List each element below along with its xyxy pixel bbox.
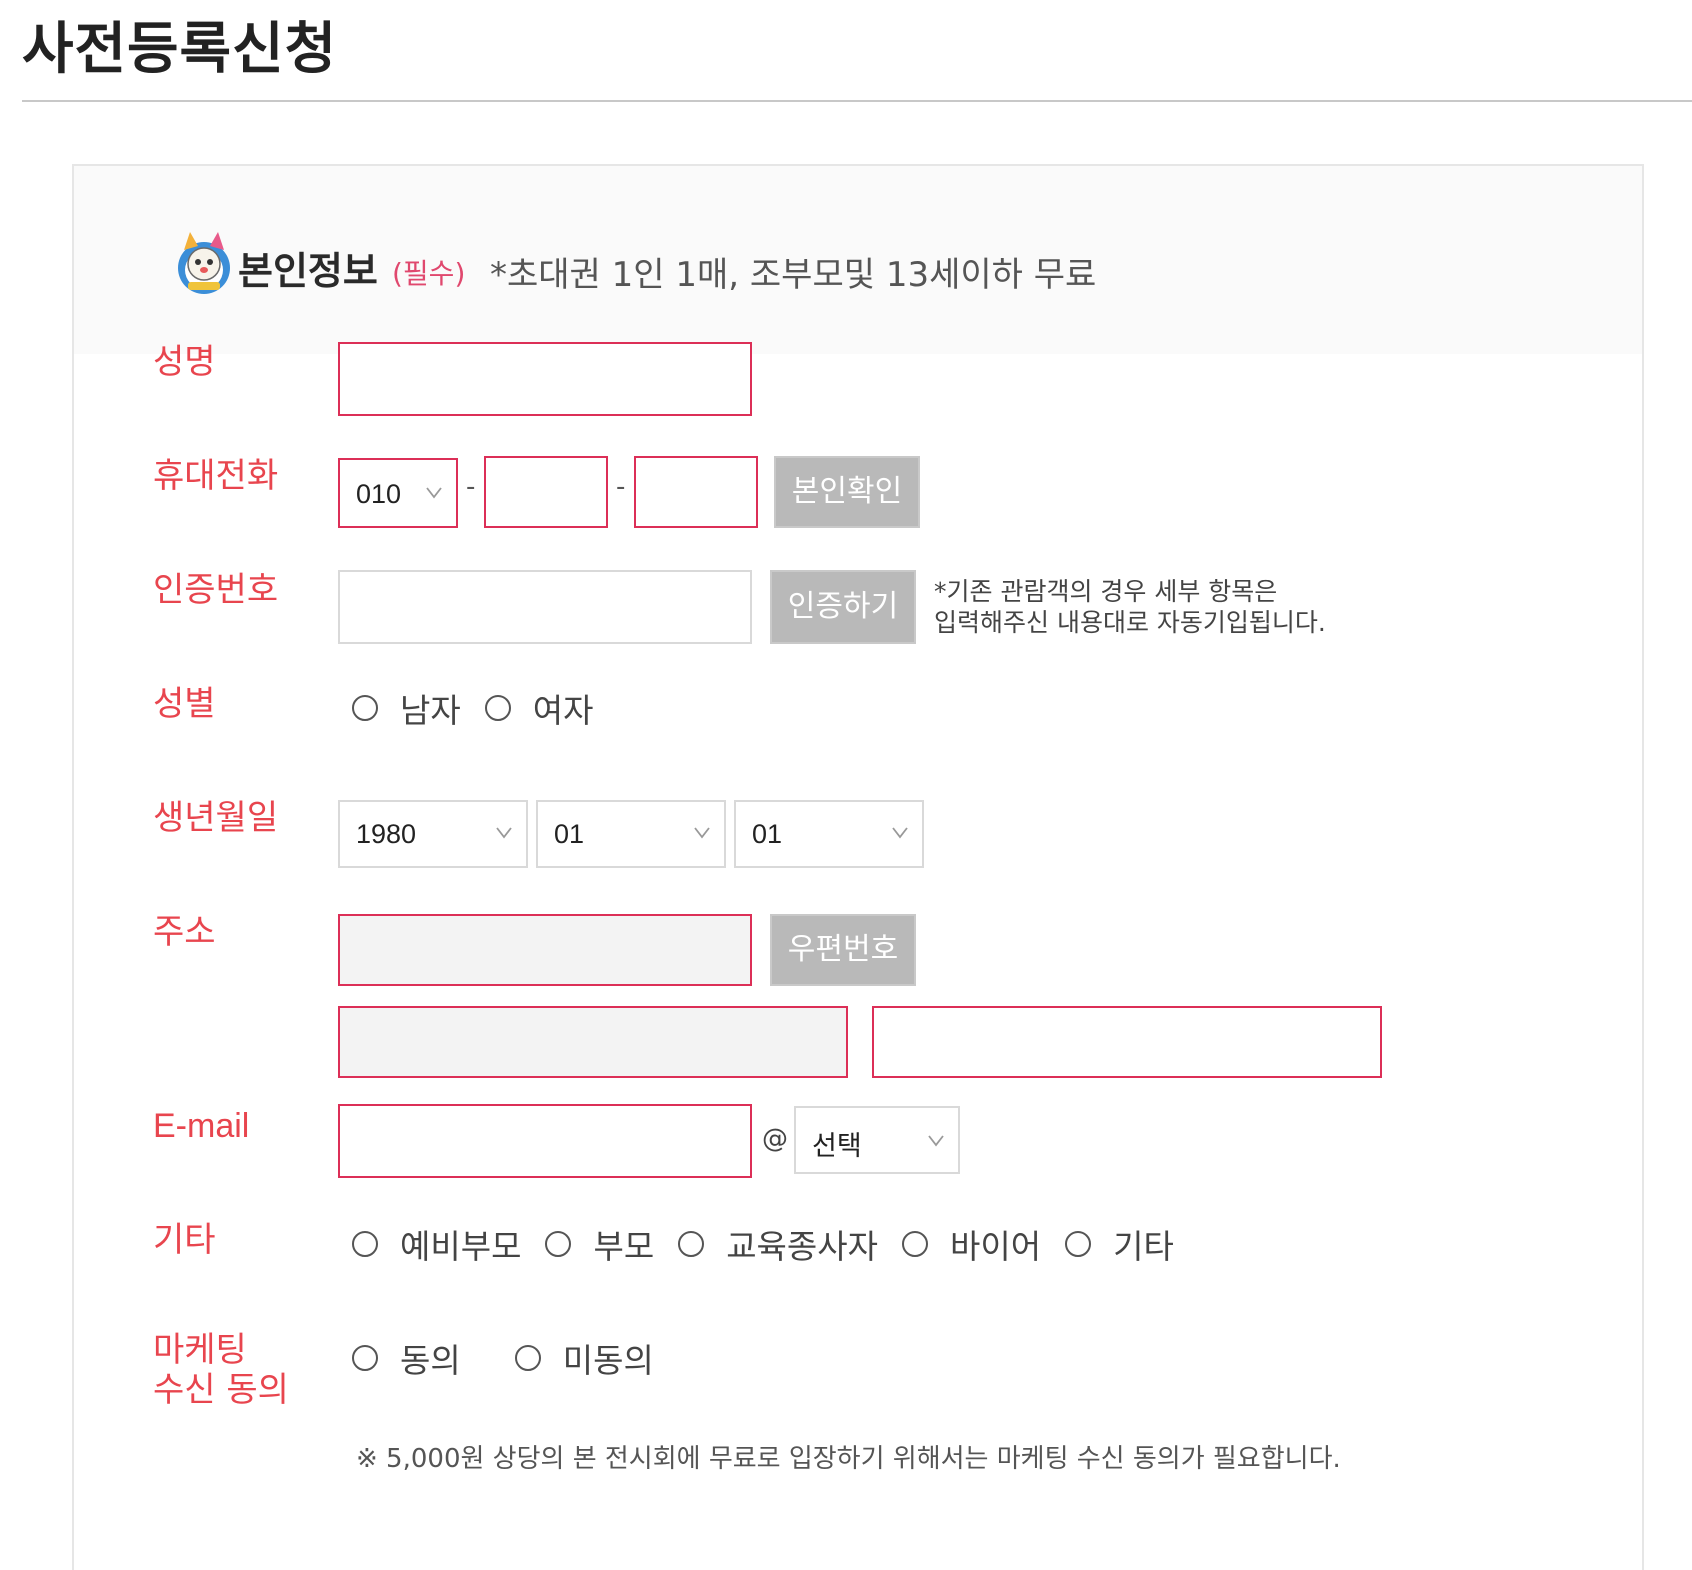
email-id-field[interactable]	[338, 1104, 752, 1178]
radio-icon[interactable]	[352, 1345, 378, 1371]
marketing-note: ※ 5,000원 상당의 본 전시회에 무료로 입장하기 위해서는 마케팅 수신…	[356, 1444, 1341, 1474]
birth-year-value: 1980	[356, 819, 417, 849]
auth-code-input[interactable]	[340, 572, 750, 642]
birth-month-select[interactable]: 01	[536, 800, 726, 868]
chevron-down-icon	[496, 827, 512, 839]
radio-label: 남자	[400, 691, 461, 730]
address-main-field[interactable]	[338, 1006, 848, 1078]
gender-radio-group: 남자 여자	[352, 684, 593, 732]
required-tag: (필수)	[392, 257, 466, 290]
section-title: 본인정보	[238, 249, 378, 293]
zipcode-field[interactable]	[338, 914, 752, 986]
name-label: 성명	[153, 342, 216, 382]
birth-day-select[interactable]: 01	[734, 800, 924, 868]
gender-option-male[interactable]: 남자	[352, 684, 461, 732]
radio-label: 여자	[532, 691, 594, 730]
phone-separator: -	[466, 472, 476, 502]
marketing-label-line: 수신 동의	[153, 1370, 289, 1410]
radio-icon[interactable]	[902, 1231, 928, 1257]
phone-last-field[interactable]	[634, 456, 758, 528]
address-detail-input[interactable]	[874, 1008, 1380, 1076]
radio-label: 기타	[1113, 1227, 1174, 1266]
section-note: *초대권 1인 1매, 조부모및 13세이하 무료	[490, 255, 1097, 295]
other-label: 기타	[153, 1220, 216, 1260]
marketing-option-agree[interactable]: 동의	[352, 1334, 461, 1382]
birth-day-value: 01	[752, 819, 783, 849]
radio-icon[interactable]	[352, 1231, 378, 1257]
gender-option-female[interactable]: 여자	[484, 684, 594, 732]
address-main-input[interactable]	[340, 1008, 846, 1076]
email-label: E-mail	[153, 1107, 250, 1145]
chevron-down-icon	[928, 1135, 944, 1147]
radio-icon[interactable]	[545, 1231, 572, 1257]
phone-label: 휴대전화	[153, 456, 279, 496]
radio-icon[interactable]	[1065, 1231, 1092, 1257]
auth-note: *기존 관람객의 경우 세부 항목은 입력해주신 내용대로 자동기입됩니다.	[934, 576, 1326, 638]
other-option-etc[interactable]: 기타	[1065, 1220, 1174, 1268]
email-domain-value: 선택	[812, 1131, 862, 1161]
phone-separator: -	[616, 472, 626, 502]
zipcode-input[interactable]	[340, 916, 750, 984]
radio-label: 교육종사자	[726, 1227, 878, 1266]
other-option-parent[interactable]: 부모	[545, 1220, 654, 1268]
title-divider	[22, 100, 1692, 102]
radio-label: 동의	[400, 1341, 461, 1380]
other-radio-group: 예비부모 부모 교육종사자 바이어 기타	[352, 1220, 1174, 1268]
radio-icon[interactable]	[352, 695, 378, 721]
chevron-down-icon	[892, 827, 908, 839]
radio-icon[interactable]	[678, 1231, 705, 1257]
birth-label: 생년월일	[153, 798, 279, 838]
email-id-input[interactable]	[340, 1106, 750, 1176]
other-option-educator[interactable]: 교육종사자	[678, 1220, 878, 1268]
mascot-icon	[178, 232, 230, 294]
marketing-label-line: 마케팅	[153, 1330, 247, 1370]
chevron-down-icon	[426, 487, 442, 499]
radio-icon[interactable]	[514, 1345, 541, 1371]
email-domain-select[interactable]: 선택	[794, 1106, 960, 1174]
radio-label: 미동의	[562, 1341, 654, 1380]
address-detail-field[interactable]	[872, 1006, 1382, 1078]
marketing-option-disagree[interactable]: 미동의	[514, 1334, 654, 1382]
radio-label: 부모	[593, 1227, 655, 1266]
name-field[interactable]	[338, 342, 752, 416]
verify-identity-button[interactable]: 본인확인	[774, 456, 920, 528]
chevron-down-icon	[694, 827, 710, 839]
radio-icon[interactable]	[484, 695, 511, 721]
address-label: 주소	[153, 912, 216, 952]
auth-label: 인증번호	[153, 570, 279, 610]
radio-label: 바이어	[950, 1227, 1042, 1266]
birth-year-select[interactable]: 1980	[338, 800, 528, 868]
authenticate-button[interactable]: 인증하기	[770, 570, 916, 644]
email-at-sign: @	[762, 1124, 788, 1154]
zipcode-search-button[interactable]: 우편번호	[770, 914, 916, 986]
marketing-label: 마케팅 수신 동의	[153, 1330, 289, 1410]
other-option-buyer[interactable]: 바이어	[902, 1220, 1041, 1268]
birth-month-value: 01	[554, 819, 585, 849]
auth-code-field[interactable]	[338, 570, 752, 644]
auth-note-line: 입력해주신 내용대로 자동기입됩니다.	[934, 608, 1326, 637]
phone-prefix-select[interactable]: 010	[338, 458, 458, 528]
phone-middle-field[interactable]	[484, 456, 608, 528]
gender-label: 성별	[153, 684, 216, 724]
page-title: 사전등록신청	[22, 17, 338, 82]
auth-note-line: *기존 관람객의 경우 세부 항목은	[934, 577, 1278, 606]
name-input[interactable]	[340, 344, 750, 414]
radio-label: 예비부모	[400, 1227, 522, 1266]
phone-middle-input[interactable]	[486, 458, 606, 526]
marketing-radio-group: 동의 미동의	[352, 1334, 654, 1382]
phone-prefix-value: 010	[356, 479, 402, 509]
other-option-expectant-parent[interactable]: 예비부모	[352, 1220, 521, 1268]
phone-last-input[interactable]	[636, 458, 756, 526]
